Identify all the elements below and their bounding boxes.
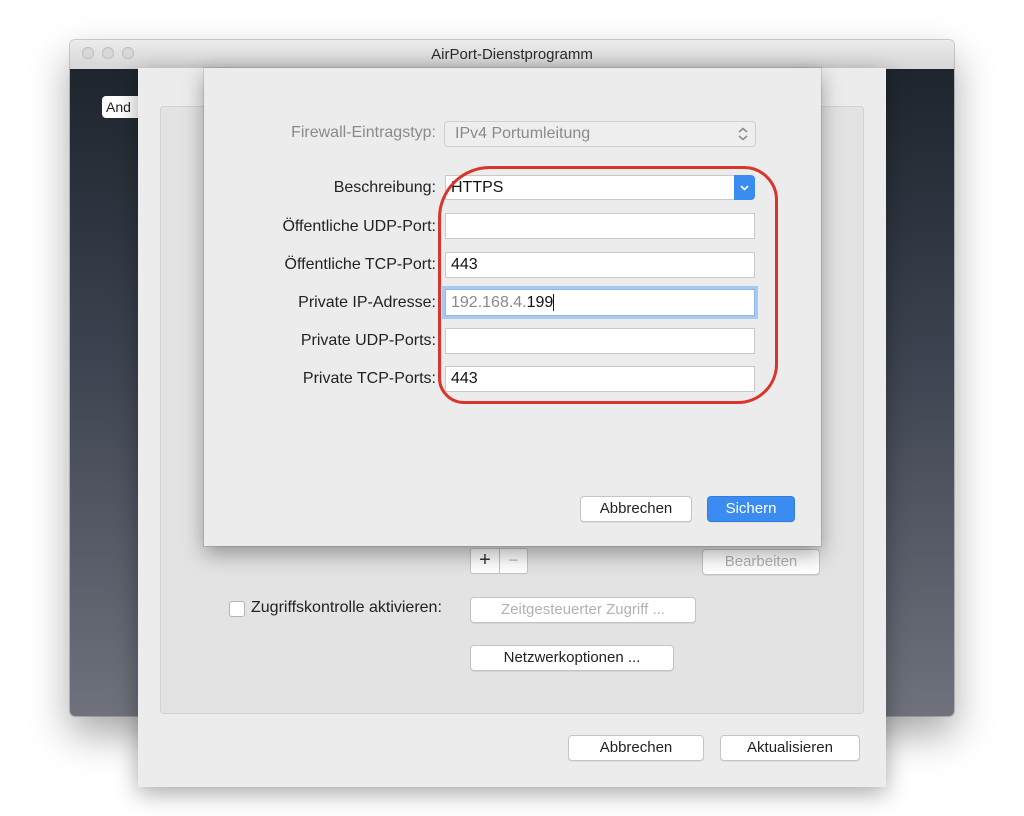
up-down-chevron-icon xyxy=(738,127,748,141)
public-tcp-label: Öffentliche TCP-Port: xyxy=(284,256,436,273)
description-label: Beschreibung: xyxy=(333,179,436,196)
edit-button[interactable]: Bearbeiten xyxy=(702,549,820,575)
save-button[interactable]: Sichern xyxy=(707,496,795,522)
firewall-type-value: IPv4 Portumleitung xyxy=(455,125,591,142)
update-button[interactable]: Aktualisieren xyxy=(720,735,860,761)
dialog-cancel-button[interactable]: Abbrechen xyxy=(580,496,692,522)
timed-access-button[interactable]: Zeitgesteuerter Zugriff ... xyxy=(470,597,696,623)
access-control-checkbox[interactable] xyxy=(229,601,245,617)
red-highlight-annotation xyxy=(438,166,778,404)
access-control-label: Zugriffskontrolle aktivieren: xyxy=(251,599,442,616)
firewall-type-label: Firewall-Eintragstyp: xyxy=(291,124,436,141)
title-bar: AirPort-Dienstprogramm xyxy=(70,40,954,70)
sheet-cancel-button[interactable]: Abbrechen xyxy=(568,735,704,761)
firewall-type-popup[interactable]: IPv4 Portumleitung xyxy=(444,121,756,147)
private-udp-label: Private UDP-Ports: xyxy=(300,332,436,349)
network-options-button[interactable]: Netzwerkoptionen ... xyxy=(470,645,674,671)
port-forwarding-dialog: Firewall-Eintragstyp: IPv4 Portumleitung… xyxy=(204,68,821,546)
remove-entry-button[interactable]: − xyxy=(500,549,527,573)
add-remove-control: + − xyxy=(470,548,528,574)
private-ip-label: Private IP-Adresse: xyxy=(298,294,436,311)
add-entry-button[interactable]: + xyxy=(471,549,500,573)
private-tcp-label: Private TCP-Ports: xyxy=(302,370,436,387)
public-udp-label: Öffentliche UDP-Port: xyxy=(282,218,436,235)
window-title: AirPort-Dienstprogramm xyxy=(431,46,593,63)
